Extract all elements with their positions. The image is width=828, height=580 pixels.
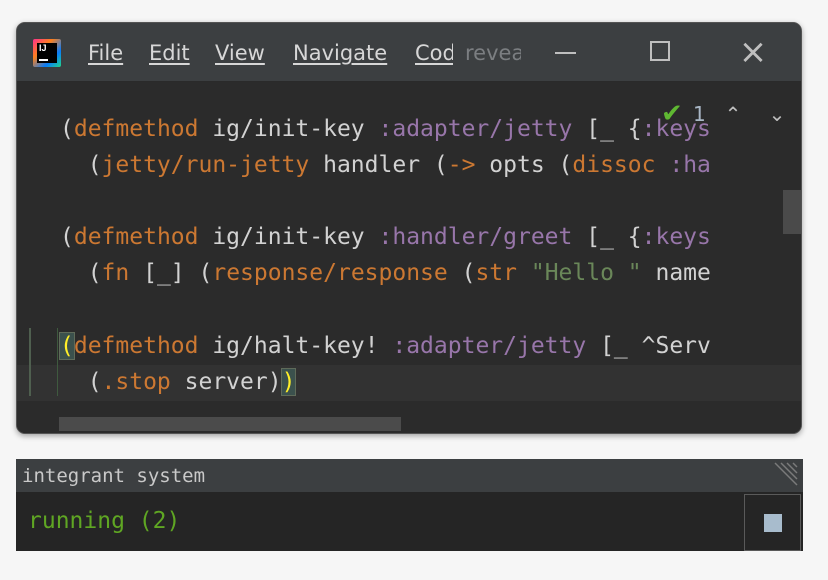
menu-code[interactable]: Code — [415, 40, 453, 70]
horizontal-scrollbar[interactable] — [59, 417, 401, 431]
inspection-count: 1 — [693, 102, 706, 126]
matched-paren: ( — [59, 332, 75, 360]
menu-file[interactable]: File — [88, 40, 123, 66]
menu-navigate[interactable]: Navigate — [293, 40, 387, 66]
inspection-widget: ✔ 1 ⌃ ⌄ — [661, 99, 801, 129]
maximize-button[interactable] — [639, 37, 679, 67]
indent-guide — [57, 328, 58, 396]
integrant-panel: integrant system running (2) — [16, 459, 803, 551]
code-line[interactable]: (fn [_] (response/response (str "Hello "… — [60, 258, 711, 288]
app-logo-text: IJ — [39, 43, 47, 53]
matched-paren: ) — [280, 368, 297, 396]
stop-button[interactable] — [744, 494, 801, 551]
resize-grip-icon[interactable] — [769, 461, 799, 489]
minimize-button[interactable] — [545, 37, 585, 67]
panel-title: integrant system — [22, 465, 206, 487]
minimize-icon — [555, 52, 576, 54]
stop-icon — [764, 514, 782, 532]
search-everywhere-field[interactable]: reveal — [465, 40, 521, 66]
code-line[interactable]: (defmethod ig/halt-key! :adapter/jetty [… — [59, 331, 711, 361]
app-logo-icon[interactable]: IJ — [33, 39, 61, 67]
next-highlight-icon[interactable]: ⌄ — [765, 99, 789, 129]
menu-edit[interactable]: Edit — [149, 40, 190, 66]
code-editor[interactable]: (defmethod ig/init-key :adapter/jetty [_… — [17, 82, 801, 433]
double-check-icon[interactable]: ✔ — [661, 101, 687, 127]
ide-window: IJ File Edit View Navigate Code reveal ×… — [16, 22, 802, 434]
title-bar: IJ File Edit View Navigate Code reveal × — [17, 23, 801, 82]
system-status: running (2) — [28, 508, 181, 534]
code-line[interactable]: (.stop server)) — [60, 367, 297, 397]
previous-highlight-icon[interactable]: ⌃ — [721, 99, 745, 129]
maximize-icon — [650, 41, 670, 61]
code-line[interactable]: (jetty/run-jetty handler (-> opts (disso… — [60, 150, 711, 180]
menu-view[interactable]: View — [215, 40, 265, 66]
close-icon: × — [738, 32, 768, 72]
panel-header: integrant system — [16, 459, 803, 492]
code-line[interactable]: (defmethod ig/init-key :adapter/jetty [_… — [60, 114, 711, 144]
close-button[interactable]: × — [733, 32, 773, 72]
change-marker — [29, 328, 31, 396]
vertical-scrollbar[interactable] — [783, 190, 801, 234]
code-line[interactable]: (defmethod ig/init-key :handler/greet [_… — [60, 222, 711, 252]
